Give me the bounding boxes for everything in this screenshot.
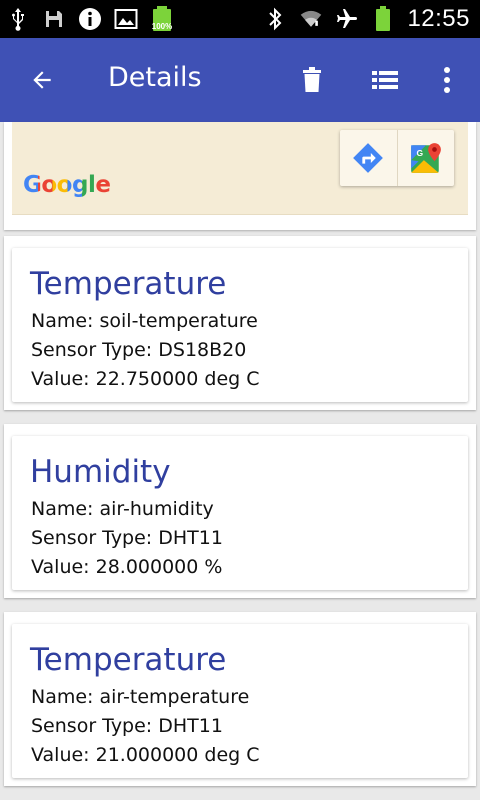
map-toolbar: G (340, 130, 454, 186)
directions-icon (353, 143, 384, 173)
status-bar: 100% 12:55 (0, 0, 480, 38)
back-arrow-icon (33, 71, 51, 89)
sensor-card[interactable]: Temperature Name: soil-temperature Senso… (12, 248, 468, 402)
svg-text:G: G (416, 148, 423, 158)
google-maps-icon: G (410, 143, 441, 173)
google-logo: Google (23, 172, 111, 198)
overflow-menu-icon (444, 67, 450, 93)
bluetooth-icon (263, 7, 287, 31)
map-card: Google G (4, 122, 476, 230)
app-bar: Details (0, 38, 480, 122)
sensor-card-container: Temperature Name: air-temperature Sensor… (4, 612, 476, 786)
usb-icon (6, 7, 30, 31)
battery-icon (371, 6, 395, 31)
sensor-card[interactable]: Humidity Name: air-humidity Sensor Type:… (12, 436, 468, 590)
sensor-card-container: Humidity Name: air-humidity Sensor Type:… (4, 424, 476, 598)
sensor-value: Value: 22.750000 deg C (31, 368, 260, 390)
info-icon (78, 7, 102, 31)
sensor-type: Sensor Type: DHT11 (31, 715, 223, 737)
delete-button[interactable] (292, 60, 332, 100)
sensor-name: Name: air-temperature (31, 686, 250, 708)
map-view[interactable]: Google G (12, 122, 468, 215)
sensor-card[interactable]: Temperature Name: air-temperature Sensor… (12, 624, 468, 778)
sensor-title: Temperature (30, 266, 227, 302)
list-icon (372, 71, 398, 89)
sensor-name: Name: soil-temperature (31, 310, 258, 332)
airplane-icon (335, 7, 359, 31)
save-icon (42, 7, 66, 31)
back-button[interactable] (22, 60, 62, 100)
overflow-menu-button[interactable] (427, 60, 467, 100)
image-icon (114, 7, 138, 31)
sensor-title: Humidity (30, 454, 171, 490)
wifi-icon (299, 7, 323, 31)
sensor-type: Sensor Type: DS18B20 (31, 339, 247, 361)
clock: 12:55 (407, 5, 470, 32)
sensor-value: Value: 21.000000 deg C (31, 744, 260, 766)
list-view-button[interactable] (365, 60, 405, 100)
sensor-name: Name: air-humidity (31, 498, 214, 520)
battery-charging-icon: 100% (150, 6, 174, 31)
battery-percent-label: 100% (151, 22, 173, 31)
delete-icon (303, 67, 321, 92)
sensor-value: Value: 28.000000 % (31, 556, 223, 578)
open-in-maps-button[interactable]: G (396, 130, 455, 186)
sensor-card-container: Temperature Name: soil-temperature Senso… (4, 236, 476, 410)
sensor-title: Temperature (30, 642, 227, 678)
page-title: Details (108, 62, 202, 93)
directions-button[interactable] (340, 130, 397, 186)
sensor-type: Sensor Type: DHT11 (31, 527, 223, 549)
